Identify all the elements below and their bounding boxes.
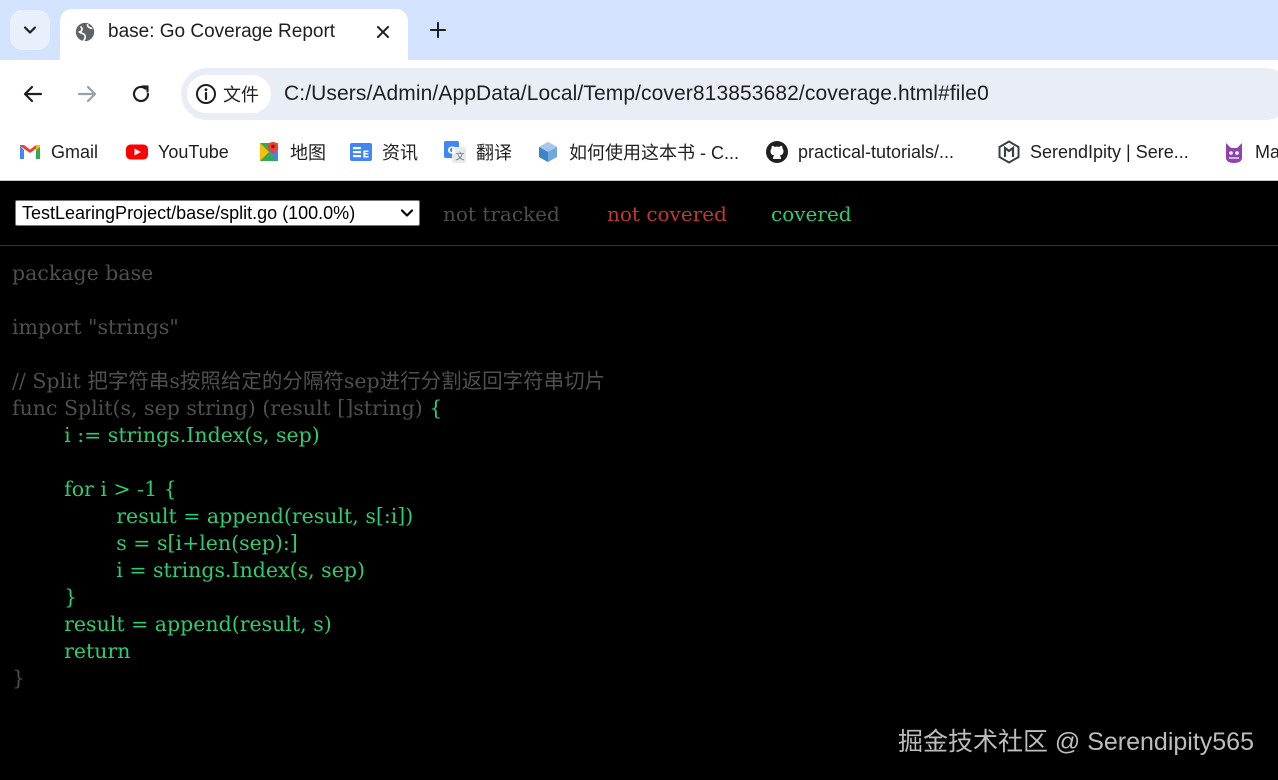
code-line: // Split 把字符串s按照给定的分隔符sep进行分割返回字符串切片 [12,368,605,395]
gmail-icon [20,145,40,159]
forward-button[interactable] [67,74,107,114]
code-line: result = append(result, s[:i]) [12,503,605,530]
tab-search-button[interactable] [10,10,50,50]
tab-title: base: Go Coverage Report [108,21,336,42]
svg-text:E: E [363,150,370,161]
github-icon [766,141,788,163]
arrow-right-icon [77,85,97,103]
bookmark-label: SerendIpity | Sere... [1030,141,1189,162]
code-covered: s = s[i+len(sep):] [12,531,298,555]
bookmark-label: 地图 [290,143,326,163]
hexagon-icon [998,140,1020,164]
bookmark-maps[interactable]: 地图 [257,139,326,165]
legend-not-covered: not covered [607,202,727,226]
bookmark-ma[interactable]: Ma [1222,139,1278,165]
browser-toolbar: 文件 C:/Users/Admin/AppData/Local/Temp/cov… [0,60,1278,127]
bookmark-label: practical-tutorials/... [798,141,955,162]
bookmark-label: 翻译 [476,143,512,163]
source-code: package base import "strings" // Split 把字符… [12,260,605,692]
code-line: package base [12,260,605,287]
code-line: i = strings.Index(s, sep) [12,557,605,584]
code-line: } [12,665,605,692]
code-line: result = append(result, s) [12,611,605,638]
reload-button[interactable] [121,74,161,114]
file-select-value: TestLearingProject/base/split.go (100.0%… [22,202,356,223]
code-not-tracked: } [12,666,26,690]
bookmarks-bar: Gmail YouTube 地图 E 资讯 G文 翻译 如何使用这本书 - C.… [0,127,1278,181]
globe-icon [75,22,95,42]
site-info-chip[interactable]: 文件 [187,75,271,113]
bookmark-label: 资讯 [382,143,418,163]
code-not-tracked: // Split 把字符串s按照给定的分隔符sep进行分割返回字符串切片 [12,369,606,393]
watermark: 掘金技术社区 @ Serendipity565 [897,728,1254,756]
code-covered: } [12,585,78,609]
code-covered: i = strings.Index(s, sep) [12,558,365,582]
legend-not-tracked: not tracked [443,202,560,226]
bookmark-translate[interactable]: G文 翻译 [443,139,512,165]
code-line: return [12,638,605,665]
bookmark-label: YouTube [158,141,229,162]
code-line: s = s[i+len(sep):] [12,530,605,557]
code-not-tracked: import "strings" [12,315,179,339]
chevron-down-icon [400,209,414,217]
svg-text:文: 文 [456,151,465,163]
code-covered: result = append(result, s[:i]) [12,504,414,528]
arrow-left-icon [23,85,43,103]
code-not-tracked: package base [12,261,154,285]
bookmark-serendipity[interactable]: SerendIpity | Sere... [997,139,1189,165]
reload-icon [132,85,150,103]
bookmark-youtube[interactable]: YouTube [125,139,229,165]
youtube-icon [126,144,148,160]
url-text[interactable]: C:/Users/Admin/AppData/Local/Temp/cover8… [284,82,989,106]
maps-icon [260,142,278,161]
address-bar[interactable]: 文件 C:/Users/Admin/AppData/Local/Temp/cov… [181,68,1278,120]
bookmark-news[interactable]: E 资讯 [349,139,418,165]
bookmark-github[interactable]: practical-tutorials/... [765,139,954,165]
cube-icon [539,142,557,162]
bookmark-gmail[interactable]: Gmail [18,139,98,165]
site-info-label: 文件 [223,85,259,105]
code-not-tracked: func Split(s, sep string) (result []stri… [12,396,430,420]
tab-active[interactable]: base: Go Coverage Report [60,9,408,60]
coverage-report-page: TestLearingProject/base/split.go (100.0%… [0,182,1278,780]
plus-icon [430,22,446,38]
legend-covered: covered [771,202,852,226]
news-icon: E [350,143,372,161]
code-covered: result = append(result, s) [12,612,332,636]
tab-strip: base: Go Coverage Report [0,0,1278,60]
translate-icon: G文 [444,141,466,163]
code-line: func Split(s, sep string) (result []stri… [12,395,605,422]
bookmark-book[interactable]: 如何使用这本书 - C... [536,139,739,165]
svg-text:G: G [448,146,456,157]
bookmark-label: Ma [1255,141,1278,162]
code-covered: i := strings.Index(s, sep) [12,423,320,447]
file-select[interactable]: TestLearingProject/base/split.go (100.0%… [15,200,420,226]
back-button[interactable] [13,74,53,114]
bookmark-label: 如何使用这本书 - C... [569,143,739,163]
code-covered: for i > -1 { [12,477,177,501]
code-covered: return [12,639,131,663]
report-topbar: TestLearingProject/base/split.go (100.0%… [0,182,1278,246]
code-line: } [12,584,605,611]
close-icon [377,26,389,38]
new-tab-button[interactable] [424,15,452,45]
cat-icon [1226,143,1242,163]
tab-close-button[interactable] [370,19,396,45]
bookmark-label: Gmail [51,141,99,162]
code-covered: { [429,396,443,420]
code-line: i := strings.Index(s, sep) [12,422,605,449]
code-line: import "strings" [12,314,605,341]
info-icon [196,84,216,104]
chevron-down-icon [23,26,37,34]
code-line: for i > -1 { [12,476,605,503]
